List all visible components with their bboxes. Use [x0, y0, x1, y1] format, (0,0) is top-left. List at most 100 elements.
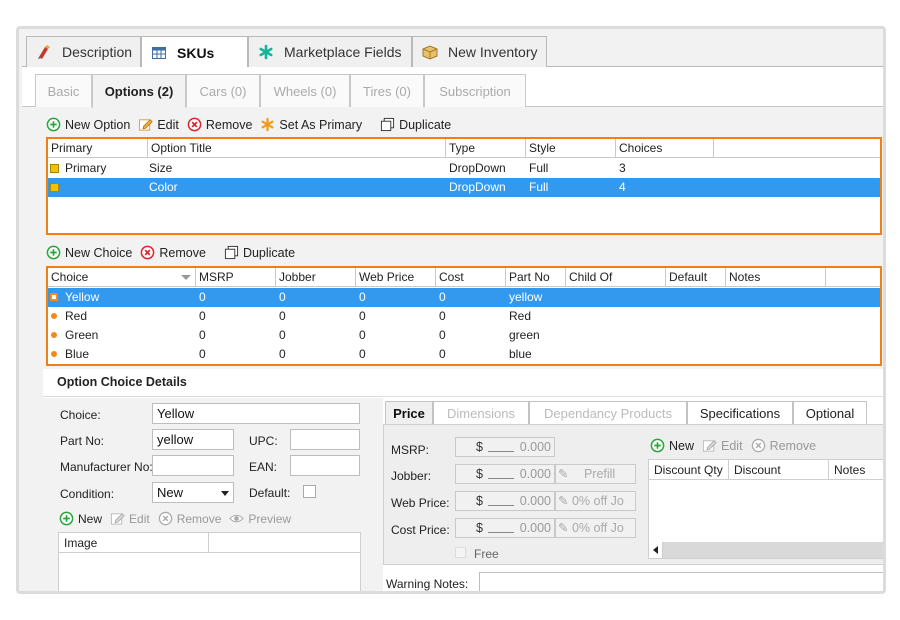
subtab-subscription[interactable]: Subscription — [424, 74, 526, 107]
web-price-input[interactable]: $0.000 — [455, 491, 555, 511]
prefill-button[interactable]: ✎ Prefill — [555, 464, 636, 484]
options-grid: Primary Option Title Type Style Choices … — [46, 137, 882, 235]
box-icon — [422, 45, 438, 60]
tab-dimensions[interactable]: Dimensions — [433, 401, 529, 425]
remove-icon — [158, 511, 172, 526]
choice-input[interactable]: Yellow — [152, 403, 360, 424]
col-child-of[interactable]: Child Of — [566, 268, 666, 287]
col-style[interactable]: Style — [526, 139, 616, 158]
edit-icon — [110, 513, 125, 525]
tab-description[interactable]: Description — [26, 36, 141, 67]
bullet-icon — [51, 313, 57, 319]
subtab-options[interactable]: Options (2) — [92, 74, 186, 108]
default-checkbox[interactable] — [303, 485, 316, 498]
tab-skus[interactable]: SKUs — [141, 36, 248, 68]
preview-image-button[interactable]: Preview — [229, 511, 291, 526]
col-msrp[interactable]: MSRP — [196, 268, 276, 287]
remove-discount-button[interactable]: Remove — [751, 438, 816, 453]
tab-dependancy-products[interactable]: Dependancy Products — [529, 401, 687, 425]
tab-price[interactable]: Price — [385, 401, 433, 425]
new-image-button[interactable]: New — [59, 511, 102, 526]
cost-price-input[interactable]: $0.000 — [455, 518, 555, 538]
grid-icon — [152, 46, 166, 59]
msrp-input[interactable]: $0.000 — [455, 437, 555, 457]
col-discount-notes[interactable]: Notes — [829, 460, 883, 480]
table-row[interactable]: Primary Size DropDown Full 3 — [48, 159, 880, 178]
cost-discount-input[interactable]: ✎ 0% off Jo — [555, 518, 636, 538]
remove-image-button[interactable]: Remove — [158, 511, 221, 526]
col-image[interactable]: Image — [59, 533, 209, 553]
table-row-selected[interactable]: Color DropDown Full 4 — [48, 178, 880, 197]
add-icon — [650, 438, 665, 453]
new-option-button[interactable]: New Option — [46, 117, 130, 132]
add-icon — [46, 245, 61, 260]
asterisk-icon — [261, 117, 274, 132]
subtab-basic[interactable]: Basic — [35, 74, 92, 107]
col-choice[interactable]: Choice — [48, 268, 196, 287]
ean-input[interactable] — [290, 455, 360, 476]
new-discount-button[interactable]: New — [650, 438, 694, 453]
tab-new-inventory[interactable]: New Inventory — [412, 36, 547, 67]
subtab-tires[interactable]: Tires (0) — [350, 74, 424, 107]
options-toolbar: New Option Edit Remove Set As Primary Du… — [46, 117, 459, 132]
web-discount-input[interactable]: ✎ 0% off Jo — [555, 491, 636, 511]
warning-notes-input[interactable] — [479, 572, 883, 591]
sub-tab-bar: Basic Options (2) Cars (0) Wheels (0) Ti… — [22, 67, 883, 108]
pencil-icon: ✎ — [558, 521, 569, 535]
col-cost[interactable]: Cost — [436, 268, 506, 287]
set-as-primary-button[interactable]: Set As Primary — [260, 117, 362, 132]
table-row[interactable]: Green 0 0 0 0 green — [48, 326, 880, 345]
col-discount-qty[interactable]: Discount Qty — [649, 460, 729, 480]
new-choice-button[interactable]: New Choice — [46, 245, 132, 260]
bullet-icon — [51, 332, 57, 338]
tab-specifications[interactable]: Specifications — [687, 401, 793, 425]
horizontal-scrollbar[interactable] — [649, 542, 883, 558]
part-no-input[interactable]: yellow — [152, 429, 234, 450]
app-window: Description SKUs Marketplace Fields New … — [16, 26, 886, 594]
col-default[interactable]: Default — [666, 268, 726, 287]
table-row[interactable]: Blue 0 0 0 0 blue — [48, 345, 880, 364]
col-part-no[interactable]: Part No — [506, 268, 566, 287]
col-option-title[interactable]: Option Title — [148, 139, 446, 158]
option-flag-icon — [50, 183, 59, 192]
remove-option-button[interactable]: Remove — [187, 117, 252, 132]
edit-option-button[interactable]: Edit — [138, 117, 179, 132]
col-primary[interactable]: Primary — [48, 139, 148, 158]
duplicate-choice-button[interactable]: Duplicate — [224, 245, 295, 260]
col-choices[interactable]: Choices — [616, 139, 714, 158]
tab-marketplace-fields[interactable]: Marketplace Fields — [248, 36, 412, 67]
choices-grid-header: Choice MSRP Jobber Web Price Cost Part N… — [48, 268, 880, 287]
duplicate-option-button[interactable]: Duplicate — [380, 117, 451, 132]
description-icon — [38, 45, 50, 59]
edit-discount-button[interactable]: Edit — [702, 438, 743, 453]
edit-icon — [702, 440, 717, 452]
remove-choice-button[interactable]: Remove — [140, 245, 206, 260]
price-tabs: Price Dimensions Dependancy Products Spe… — [385, 401, 883, 425]
col-jobber[interactable]: Jobber — [276, 268, 356, 287]
tab-optional[interactable]: Optional — [793, 401, 867, 425]
table-row[interactable]: Red 0 0 0 0 Red — [48, 307, 880, 326]
col-type[interactable]: Type — [446, 139, 526, 158]
manufacturer-no-input[interactable] — [152, 455, 234, 476]
jobber-input[interactable]: $0.000 — [455, 464, 555, 484]
bullet-icon — [51, 351, 57, 357]
col-web-price[interactable]: Web Price — [356, 268, 436, 287]
edit-image-button[interactable]: Edit — [110, 511, 150, 526]
col-notes[interactable]: Notes — [726, 268, 826, 287]
pencil-icon: ✎ — [558, 494, 569, 508]
subtab-wheels[interactable]: Wheels (0) — [260, 74, 350, 107]
col-discount[interactable]: Discount — [729, 460, 829, 480]
discount-grid: Discount Qty Discount Notes — [648, 459, 883, 559]
image-grid: Image — [58, 532, 361, 591]
upc-input[interactable] — [290, 429, 360, 450]
subtab-cars[interactable]: Cars (0) — [186, 74, 260, 107]
choices-toolbar: New Choice Remove Duplicate — [46, 245, 303, 260]
free-checkbox[interactable] — [455, 547, 466, 558]
remove-icon — [187, 117, 202, 132]
discount-toolbar: New Edit Remove — [650, 438, 824, 453]
asterisk-icon — [259, 44, 273, 60]
details-title: Option Choice Details — [57, 375, 187, 389]
duplicate-icon — [224, 245, 238, 260]
table-row-selected[interactable]: Yellow 0 0 0 0 yellow — [48, 288, 880, 307]
condition-select[interactable]: New — [152, 482, 234, 503]
